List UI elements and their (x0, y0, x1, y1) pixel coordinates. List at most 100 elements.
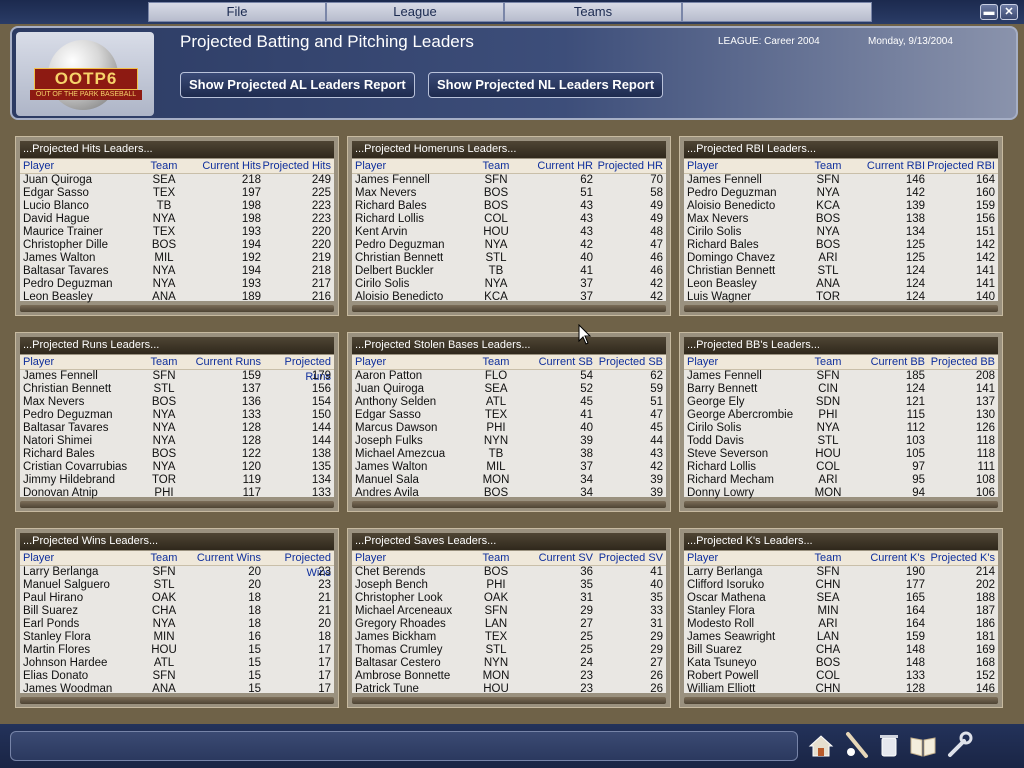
table-row[interactable]: Richard Mecham ARI 95 108 (684, 474, 998, 487)
player-name-cell[interactable]: Richard Lollis (687, 461, 805, 474)
horizontal-scrollbar[interactable] (352, 305, 666, 312)
player-name-cell[interactable]: Pedro Deguzman (355, 239, 473, 252)
player-name-cell[interactable]: William Elliott (687, 683, 805, 696)
column-header-team[interactable]: Team (473, 355, 519, 369)
table-row[interactable]: Baltasar Tavares NYA 194 218 (20, 265, 334, 278)
player-name-cell[interactable]: James Walton (355, 461, 473, 474)
table-row[interactable]: James Fennell SFN 146 164 (684, 174, 998, 187)
player-name-cell[interactable]: Oscar Mathena (687, 592, 805, 605)
player-name-cell[interactable]: Pedro Deguzman (687, 187, 805, 200)
player-name-cell[interactable]: Pedro Deguzman (23, 278, 141, 291)
table-row[interactable]: Thomas Crumley STL 25 29 (352, 644, 666, 657)
player-name-cell[interactable]: James Fennell (687, 370, 805, 383)
player-name-cell[interactable]: James Walton (23, 252, 141, 265)
table-row[interactable]: Robert Powell COL 133 152 (684, 670, 998, 683)
player-name-cell[interactable]: Aaron Patton (355, 370, 473, 383)
table-row[interactable]: Cirilo Solis NYA 37 42 (352, 278, 666, 291)
table-row[interactable]: William Elliott CHN 128 146 (684, 683, 998, 696)
player-name-cell[interactable]: Max Nevers (687, 213, 805, 226)
player-name-cell[interactable]: Richard Bales (687, 239, 805, 252)
table-row[interactable]: Max Nevers BOS 138 156 (684, 213, 998, 226)
horizontal-scrollbar[interactable] (20, 305, 334, 312)
table-row[interactable]: Richard Lollis COL 97 111 (684, 461, 998, 474)
table-row[interactable]: Christian Bennett STL 137 156 (20, 383, 334, 396)
menu-league[interactable]: League (326, 2, 504, 22)
column-header-current[interactable]: Current BB (851, 355, 925, 369)
table-row[interactable]: Richard Lollis COL 43 49 (352, 213, 666, 226)
player-name-cell[interactable]: Larry Berlanga (687, 566, 805, 579)
player-name-cell[interactable]: Earl Ponds (23, 618, 141, 631)
player-name-cell[interactable]: Aloisio Benedicto (355, 291, 473, 304)
column-header-current[interactable]: Current RBI (851, 159, 925, 173)
player-name-cell[interactable]: Juan Quiroga (355, 383, 473, 396)
table-row[interactable]: Baltasar Cestero NYN 24 27 (352, 657, 666, 670)
player-name-cell[interactable]: Elias Donato (23, 670, 141, 683)
table-row[interactable]: Oscar Mathena SEA 165 188 (684, 592, 998, 605)
table-row[interactable]: Larry Berlanga SFN 190 214 (684, 566, 998, 579)
player-name-cell[interactable]: Delbert Buckler (355, 265, 473, 278)
home-icon[interactable] (806, 730, 836, 760)
table-row[interactable]: Richard Bales BOS 125 142 (684, 239, 998, 252)
table-row[interactable]: Marcus Dawson PHI 40 45 (352, 422, 666, 435)
table-row[interactable]: Johnson Hardee ATL 15 17 (20, 657, 334, 670)
player-name-cell[interactable]: James Seawright (687, 631, 805, 644)
player-name-cell[interactable]: Thomas Crumley (355, 644, 473, 657)
player-name-cell[interactable]: Jimmy Hildebrand (23, 474, 141, 487)
player-name-cell[interactable]: Marcus Dawson (355, 422, 473, 435)
table-row[interactable]: Michael Amezcua TB 38 43 (352, 448, 666, 461)
player-name-cell[interactable]: James Fennell (23, 370, 141, 383)
column-header-team[interactable]: Team (805, 551, 851, 565)
column-header-projected[interactable]: Projected Runs (261, 355, 331, 383)
table-row[interactable]: Domingo Chavez ARI 125 142 (684, 252, 998, 265)
table-row[interactable]: Chet Berends BOS 36 41 (352, 566, 666, 579)
column-header-current[interactable]: Current SB (519, 355, 593, 369)
player-name-cell[interactable]: Richard Mecham (687, 474, 805, 487)
player-name-cell[interactable]: Cristian Covarrubias (23, 461, 141, 474)
column-header-player[interactable]: Player (23, 355, 141, 369)
table-row[interactable]: Bill Suarez CHA 18 21 (20, 605, 334, 618)
table-row[interactable]: James Bickham TEX 25 29 (352, 631, 666, 644)
table-row[interactable]: James Seawright LAN 159 181 (684, 631, 998, 644)
player-name-cell[interactable]: Martin Flores (23, 644, 141, 657)
table-row[interactable]: Richard Bales BOS 122 138 (20, 448, 334, 461)
player-name-cell[interactable]: Stanley Flora (687, 605, 805, 618)
player-name-cell[interactable]: Max Nevers (355, 187, 473, 200)
player-name-cell[interactable]: Kent Arvin (355, 226, 473, 239)
column-header-player[interactable]: Player (355, 551, 473, 565)
player-name-cell[interactable]: Christopher Dille (23, 239, 141, 252)
table-row[interactable]: Christian Bennett STL 124 141 (684, 265, 998, 278)
minimize-button[interactable]: ▬ (980, 4, 998, 20)
player-name-cell[interactable]: Michael Arceneaux (355, 605, 473, 618)
table-row[interactable]: Kata Tsuneyo BOS 148 168 (684, 657, 998, 670)
menu-file[interactable]: File (148, 2, 326, 22)
column-header-player[interactable]: Player (23, 159, 141, 173)
player-name-cell[interactable]: Baltasar Tavares (23, 422, 141, 435)
column-header-player[interactable]: Player (23, 551, 141, 565)
table-row[interactable]: Manuel Sala MON 34 39 (352, 474, 666, 487)
player-name-cell[interactable]: Richard Bales (355, 200, 473, 213)
player-name-cell[interactable]: Leon Beasley (687, 278, 805, 291)
column-header-team[interactable]: Team (473, 551, 519, 565)
player-name-cell[interactable]: Lucio Blanco (23, 200, 141, 213)
show-nl-leaders-button[interactable]: Show Projected NL Leaders Report (428, 72, 664, 98)
player-name-cell[interactable]: Kata Tsuneyo (687, 657, 805, 670)
table-row[interactable]: Cirilo Solis NYA 134 151 (684, 226, 998, 239)
horizontal-scrollbar[interactable] (684, 305, 998, 312)
player-name-cell[interactable]: Michael Amezcua (355, 448, 473, 461)
table-row[interactable]: Jimmy Hildebrand TOR 119 134 (20, 474, 334, 487)
table-row[interactable]: James Walton MIL 37 42 (352, 461, 666, 474)
table-row[interactable]: Pedro Deguzman NYA 42 47 (352, 239, 666, 252)
player-name-cell[interactable]: Johnson Hardee (23, 657, 141, 670)
column-header-player[interactable]: Player (355, 355, 473, 369)
player-name-cell[interactable]: James Woodman (23, 683, 141, 696)
table-row[interactable]: Pedro Deguzman NYA 133 150 (20, 409, 334, 422)
player-name-cell[interactable]: Edgar Sasso (23, 187, 141, 200)
table-row[interactable]: Donovan Atnip PHI 117 133 (20, 487, 334, 500)
table-row[interactable]: Manuel Salguero STL 20 23 (20, 579, 334, 592)
horizontal-scrollbar[interactable] (20, 501, 334, 508)
column-header-projected[interactable]: Projected SB (593, 355, 663, 369)
player-name-cell[interactable]: Chet Berends (355, 566, 473, 579)
player-name-cell[interactable]: Max Nevers (23, 396, 141, 409)
column-header-projected[interactable]: Projected Hits (261, 159, 331, 173)
column-header-player[interactable]: Player (687, 551, 805, 565)
